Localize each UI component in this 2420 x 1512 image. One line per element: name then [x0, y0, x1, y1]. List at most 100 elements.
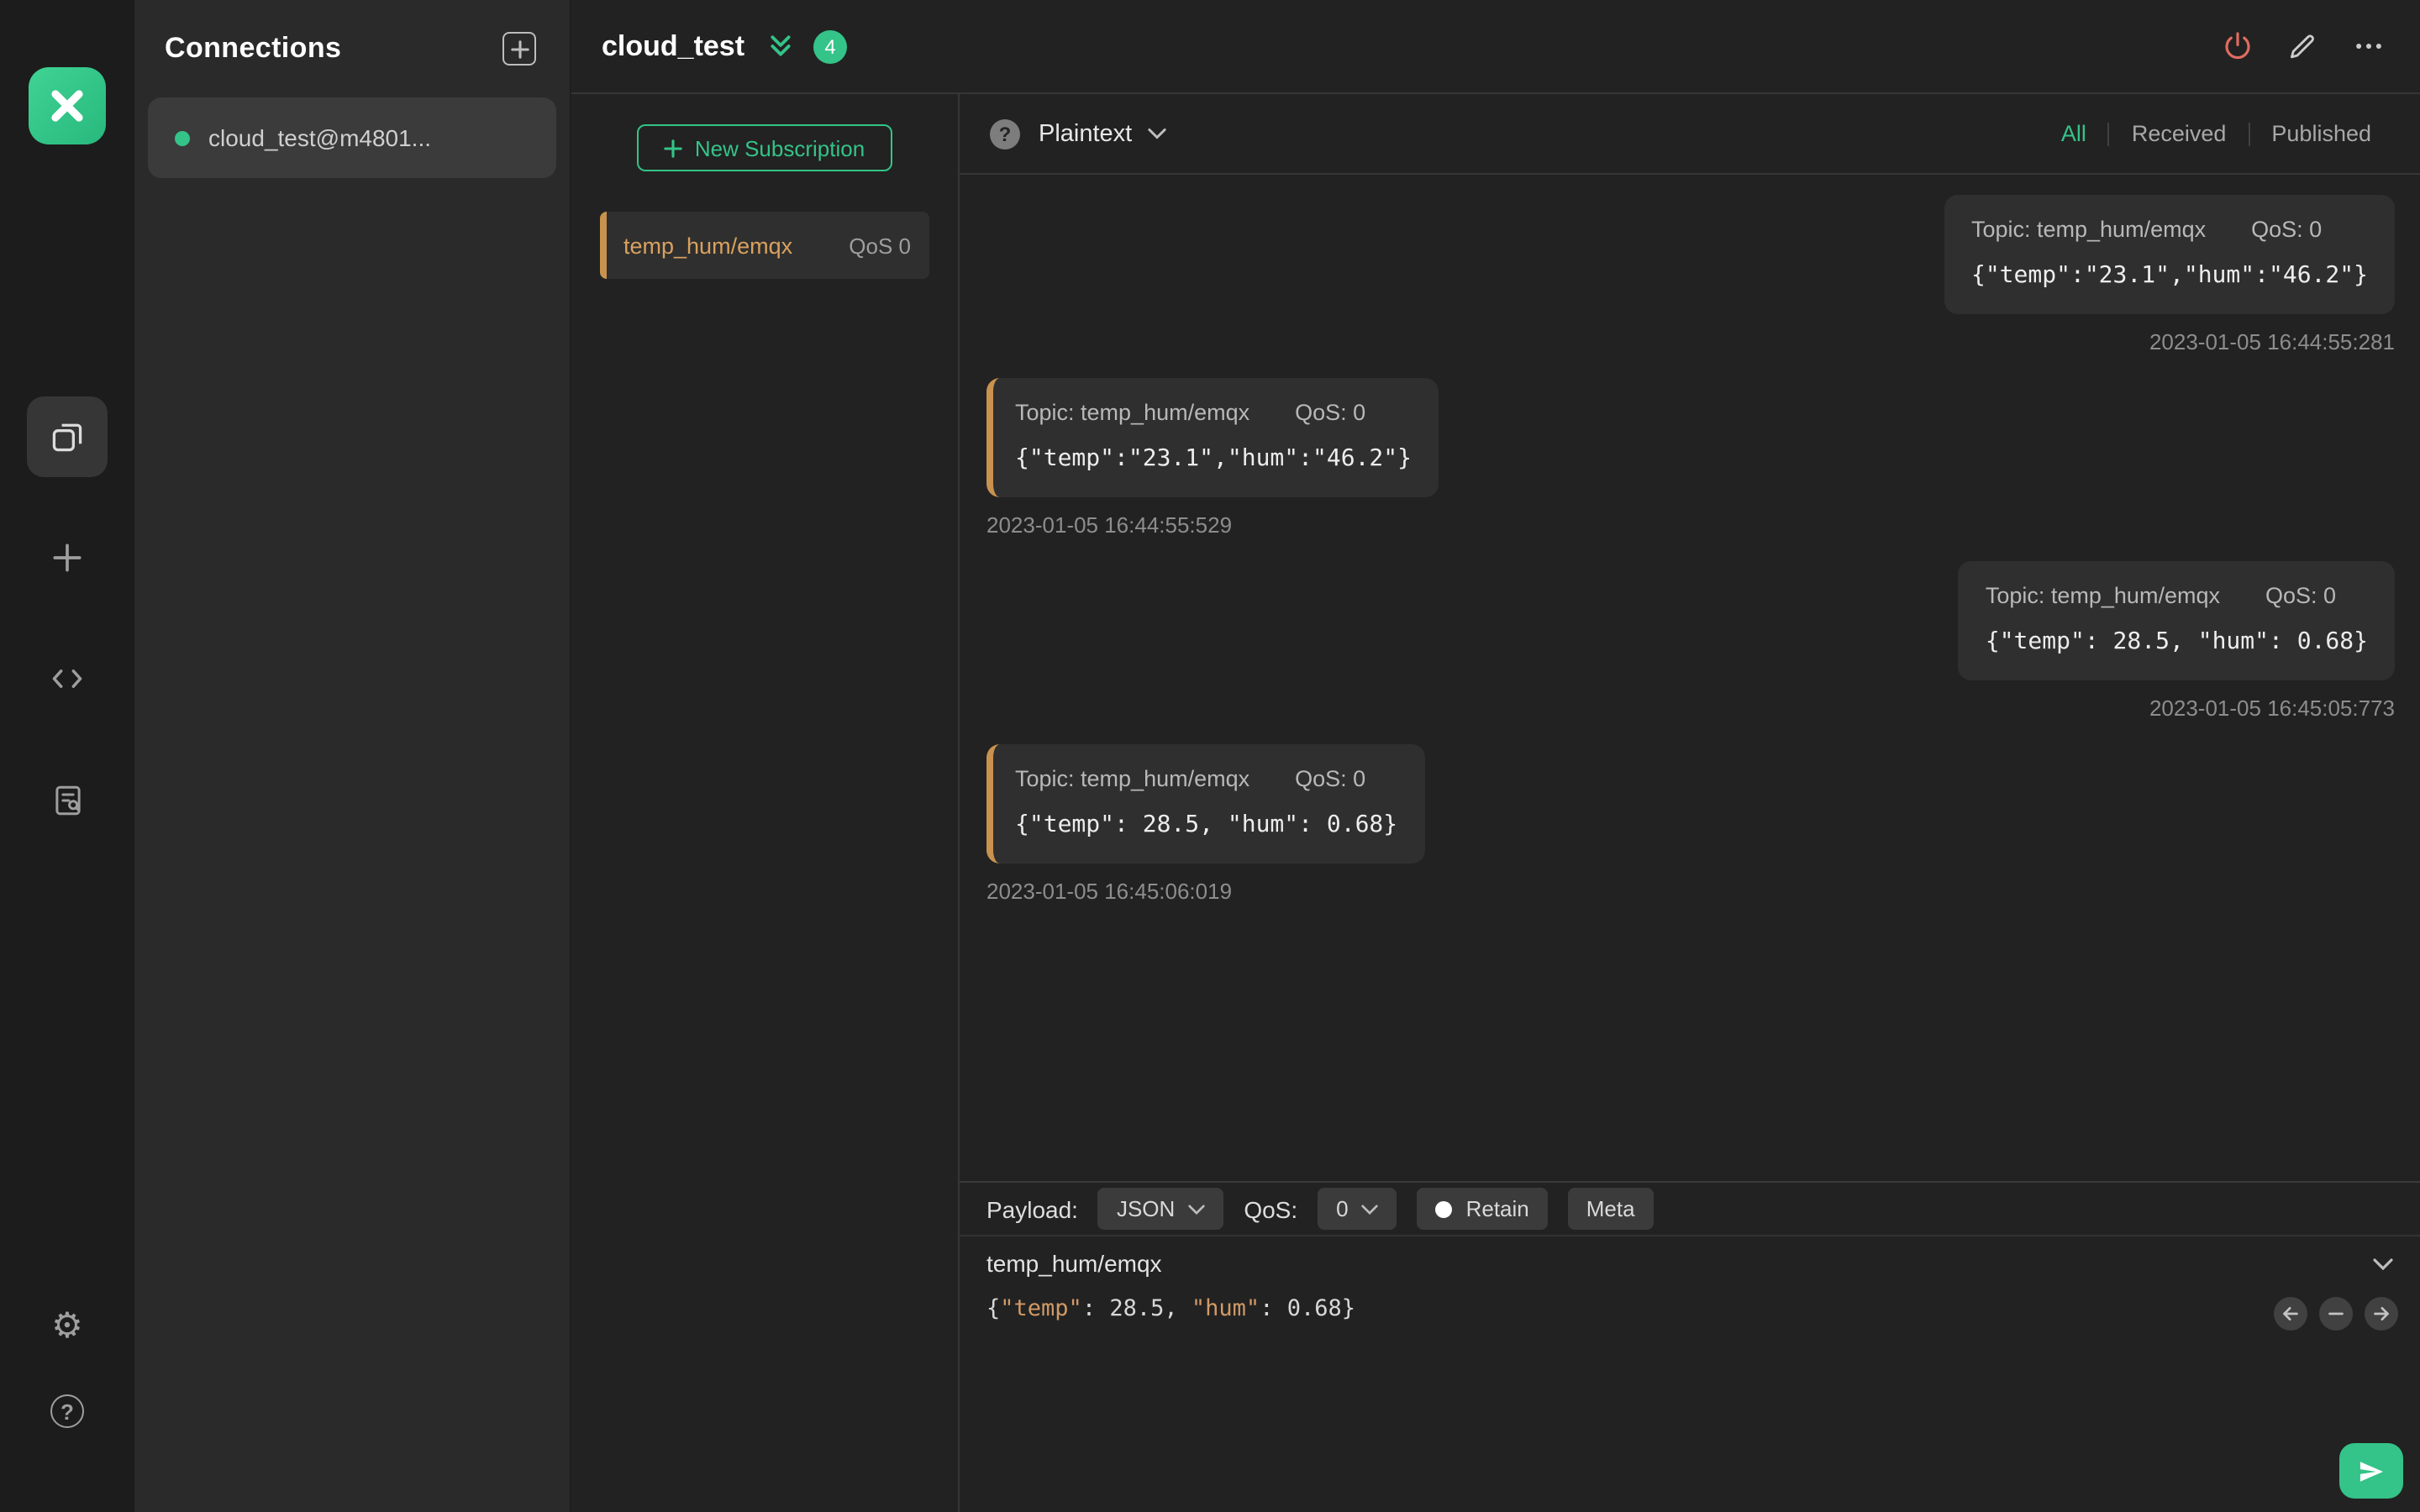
new-subscription-label: New Subscription [694, 135, 865, 160]
meta-button[interactable]: Meta [1567, 1188, 1654, 1230]
message-topic: Topic: temp_hum/emqx [1970, 217, 2207, 242]
meta-label: Meta [1586, 1196, 1635, 1221]
chevron-down-icon [1361, 1204, 1379, 1214]
message-bubble: Topic: temp_hum/emqx QoS: 0 {"temp": 28.… [986, 744, 1425, 864]
message-topic: Topic: temp_hum/emqx [1015, 766, 1250, 791]
filter-all[interactable]: All [2039, 121, 2108, 145]
message-payload: {"temp":"23.1","hum":"46.2"} [1015, 445, 1413, 472]
publish-controls: Payload: JSON QoS: 0 Retain Meta [960, 1183, 2420, 1236]
connections-panel: Connections cloud_test@m4801... [134, 0, 571, 1512]
history-next-button[interactable] [2365, 1297, 2398, 1331]
subscription-item[interactable]: temp_hum/emqx QoS 0 [600, 212, 929, 279]
message-meta: Topic: temp_hum/emqx QoS: 0 [1015, 766, 1397, 791]
nav-connections-button[interactable] [27, 396, 108, 477]
payload-editor[interactable]: {"temp": 28.5, "hum": 0.68} [986, 1294, 2393, 1324]
add-connection-button[interactable] [502, 32, 536, 66]
rail-nav [27, 396, 108, 840]
connection-name: cloud_test@m4801... [208, 124, 432, 151]
message-format-value: Plaintext [1039, 120, 1133, 147]
message-qos: QoS: 0 [2265, 583, 2337, 608]
connections-title: Connections [165, 32, 342, 64]
plus-icon [510, 39, 529, 58]
message-qos: QoS: 0 [2251, 217, 2323, 242]
subscription-topic: temp_hum/emqx [623, 233, 793, 258]
message-payload: {"temp": 28.5, "hum": 0.68} [1015, 811, 1398, 838]
topic-input[interactable]: temp_hum/emqx [986, 1250, 1162, 1277]
arrow-left-icon [2283, 1307, 2298, 1320]
power-icon [2224, 32, 2249, 60]
connection-list-item[interactable]: cloud_test@m4801... [148, 97, 556, 178]
main-body: New Subscription temp_hum/emqx QoS 0 ? P… [571, 94, 2420, 1512]
log-document-icon [50, 782, 85, 817]
edit-connection-button[interactable] [2284, 28, 2321, 65]
history-navigation [2274, 1297, 2398, 1331]
question-icon: ? [50, 1394, 84, 1428]
help-button[interactable]: ? [50, 1394, 84, 1428]
connections-header: Connections [134, 0, 570, 97]
message-format-select[interactable]: Plaintext [1039, 120, 1165, 147]
payload-format-select[interactable]: JSON [1097, 1188, 1224, 1230]
nav-log-button[interactable] [27, 759, 108, 840]
message-published: Topic: temp_hum/emqx QoS: 0 {"temp": 28.… [1958, 561, 2395, 721]
retain-label: Retain [1465, 1196, 1529, 1221]
message-bubble: Topic: temp_hum/emqx QoS: 0 {"temp": 28.… [1958, 561, 2395, 680]
messages-toolbar: ? Plaintext All Received Published [960, 94, 2420, 175]
code-icon [49, 660, 86, 697]
message-received: Topic: temp_hum/emqx QoS: 0 {"temp":"23.… [986, 378, 1439, 538]
minus-icon [2328, 1312, 2344, 1315]
subscriptions-column: New Subscription temp_hum/emqx QoS 0 [571, 94, 960, 1512]
payload-format-help-icon[interactable]: ? [990, 118, 1020, 149]
retain-dot-icon [1435, 1200, 1453, 1217]
nav-new-connection-button[interactable] [27, 517, 108, 598]
chevron-down-icon [1188, 1204, 1205, 1214]
expand-connection-chevron-icon[interactable] [768, 34, 793, 59]
message-qos: QoS: 0 [1295, 766, 1366, 791]
message-bubble: Topic: temp_hum/emqx QoS: 0 {"temp":"23.… [986, 378, 1439, 497]
message-list: Topic: temp_hum/emqx QoS: 0 {"temp":"23.… [960, 175, 2420, 1181]
message-meta: Topic: temp_hum/emqx QoS: 0 [1986, 583, 2368, 608]
message-topic: Topic: temp_hum/emqx [1015, 400, 1250, 425]
clear-payload-button[interactable] [2319, 1297, 2353, 1331]
collapse-editor-chevron-icon[interactable] [2373, 1257, 2393, 1269]
settings-button[interactable]: ⚙ [51, 1309, 83, 1344]
payload-label: Payload: [986, 1195, 1078, 1222]
retain-toggle[interactable]: Retain [1417, 1188, 1548, 1230]
payload-format-value: JSON [1116, 1196, 1176, 1221]
connections-icon [49, 418, 86, 455]
main-area: cloud_test 4 New Subscription temp_hum/e… [571, 0, 2420, 1512]
message-timestamp: 2023-01-05 16:44:55:281 [2149, 329, 2395, 354]
topic-input-row: temp_hum/emqx [986, 1250, 2393, 1277]
nav-script-button[interactable] [27, 638, 108, 719]
mqttx-logo-icon[interactable] [29, 67, 106, 144]
filter-published[interactable]: Published [2248, 121, 2393, 145]
message-timestamp: 2023-01-05 16:45:05:773 [2149, 696, 2395, 721]
message-qos: QoS: 0 [1295, 400, 1366, 425]
ellipsis-icon [2355, 43, 2381, 50]
pencil-icon [2290, 34, 2314, 58]
send-button[interactable] [2339, 1443, 2403, 1499]
messages-column: ? Plaintext All Received Published Topic… [960, 94, 2420, 1512]
message-payload: {"temp":"23.1","hum":"46.2"} [1970, 262, 2368, 289]
publish-panel: Payload: JSON QoS: 0 Retain Meta temp_hu… [960, 1181, 2420, 1512]
message-topic: Topic: temp_hum/emqx [1985, 583, 2220, 608]
plus-icon [49, 539, 86, 576]
history-prev-button[interactable] [2274, 1297, 2307, 1331]
subscription-qos: QoS 0 [849, 233, 911, 258]
filter-received[interactable]: Received [2107, 121, 2249, 145]
qos-select[interactable]: 0 [1318, 1188, 1397, 1230]
message-filters: All Received Published [2039, 121, 2393, 145]
more-options-button[interactable] [2349, 28, 2386, 65]
new-subscription-button[interactable]: New Subscription [637, 124, 892, 171]
payload-seg: : 0.68} [1260, 1295, 1355, 1322]
plus-icon [665, 139, 683, 157]
icon-rail: ⚙ ? [0, 0, 134, 1512]
paper-plane-icon [2360, 1461, 2383, 1481]
qos-label: QoS: [1244, 1195, 1298, 1222]
payload-seg: : 28.5, [1081, 1295, 1192, 1322]
message-payload: {"temp": 28.5, "hum": 0.68} [1985, 628, 2368, 655]
mqttx-app: ⚙ ? Connections cloud_test@m4801... clou… [0, 0, 2420, 1512]
rail-bottom: ⚙ ? [50, 1309, 84, 1428]
message-timestamp: 2023-01-05 16:45:06:019 [986, 879, 1233, 904]
message-timestamp: 2023-01-05 16:44:55:529 [986, 512, 1233, 538]
disconnect-button[interactable] [2218, 28, 2255, 65]
